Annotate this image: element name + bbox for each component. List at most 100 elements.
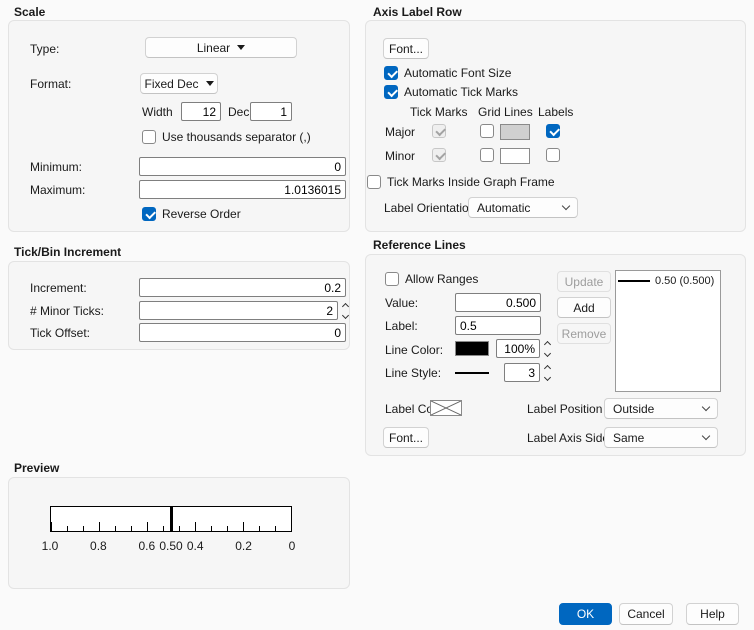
axis-tick-label: 1.0 <box>41 539 59 553</box>
axis-tick-label: 0.2 <box>235 539 252 553</box>
axis-preview <box>50 506 292 532</box>
thousands-separator-checkbox-row[interactable]: Use thousands separator (,) <box>142 129 311 145</box>
dec-label: Dec <box>228 105 250 119</box>
minor-ticks-label: # Minor Ticks: <box>30 304 105 318</box>
label-axis-side-label: Label Axis Side <box>527 431 610 445</box>
spinner-down-icon[interactable] <box>341 311 349 320</box>
reverse-order-label: Reverse Order <box>162 207 241 221</box>
ref-value-label: Value: <box>385 296 419 310</box>
label-orientation-combo[interactable]: Automatic <box>468 197 578 218</box>
dropdown-arrow-icon <box>205 81 214 86</box>
spinner-down-icon[interactable] <box>543 373 551 382</box>
line-width-input[interactable] <box>504 363 540 382</box>
width-label: Width <box>142 105 173 119</box>
minor-tick-marks-checkbox[interactable] <box>432 148 446 162</box>
ref-font-button[interactable]: Font... <box>383 427 429 448</box>
reference-lines-group-title: Reference Lines <box>373 238 466 252</box>
major-grid-lines-checkbox[interactable] <box>480 124 494 138</box>
update-button[interactable]: Update <box>557 271 611 292</box>
format-label: Format: <box>30 77 72 91</box>
line-opacity-input[interactable] <box>496 339 540 358</box>
allow-ranges-checkbox[interactable] <box>385 272 399 286</box>
auto-font-size-checkbox-row[interactable]: Automatic Font Size <box>384 65 511 81</box>
auto-font-size-checkbox[interactable] <box>384 66 398 80</box>
minor-grid-lines-checkbox[interactable] <box>480 148 494 162</box>
width-input[interactable] <box>181 102 221 121</box>
type-dropdown-value: Linear <box>196 40 231 55</box>
tick-offset-label: Tick Offset: <box>30 326 91 340</box>
reverse-order-checkbox[interactable] <box>142 207 156 221</box>
axis-preview-labels: 1.0 0.8 0.6 0.50 0.4 0.2 0 <box>42 539 296 554</box>
axis-tick-label: 0.6 <box>138 539 156 553</box>
preview-group <box>8 477 350 589</box>
axis-tick-label: 0.8 <box>90 539 107 553</box>
reverse-order-checkbox-row[interactable]: Reverse Order <box>142 206 241 222</box>
reference-line-label: 0.50 <box>159 539 183 553</box>
preview-group-title: Preview <box>14 461 60 475</box>
label-position-label: Label Position <box>527 402 603 416</box>
minimum-label: Minimum: <box>30 160 83 174</box>
major-labels-checkbox[interactable] <box>546 124 560 138</box>
increment-input[interactable] <box>139 278 346 297</box>
ref-label-input[interactable] <box>455 316 541 335</box>
line-style-sample[interactable] <box>455 372 489 374</box>
type-dropdown[interactable]: Linear <box>145 37 297 58</box>
label-color-swatch[interactable] <box>430 400 462 416</box>
increment-label: Increment: <box>30 281 87 295</box>
reference-lines-list[interactable]: 0.50 (0.500) <box>615 270 721 392</box>
maximum-input[interactable] <box>139 180 346 199</box>
help-button[interactable]: Help <box>686 603 739 625</box>
remove-button[interactable]: Remove <box>557 323 611 344</box>
major-tick-marks-checkbox[interactable] <box>432 124 446 138</box>
ref-label-label: Label: <box>385 319 418 333</box>
chevron-down-icon <box>561 201 571 211</box>
axis-tick-label: 0 <box>288 539 296 553</box>
thousands-separator-label: Use thousands separator (,) <box>162 130 311 144</box>
ref-value-input[interactable] <box>455 293 541 312</box>
add-button[interactable]: Add <box>557 297 611 318</box>
axis-tick-label: 0.4 <box>186 539 204 553</box>
spinner-down-icon[interactable] <box>543 349 551 358</box>
minor-ticks-input[interactable] <box>139 301 338 320</box>
type-label: Type: <box>30 42 60 56</box>
axis-label-row-group-title: Axis Label Row <box>373 5 462 19</box>
spinner-up-icon[interactable] <box>341 302 349 311</box>
col-header-labels: Labels <box>538 105 574 119</box>
line-opacity-spinner[interactable] <box>542 340 552 358</box>
ticks-inside-frame-checkbox-row[interactable]: Tick Marks Inside Graph Frame <box>367 174 555 190</box>
auto-tick-marks-checkbox-row[interactable]: Automatic Tick Marks <box>384 84 518 100</box>
list-item-label: 0.50 (0.500) <box>655 275 715 287</box>
scale-group-title: Scale <box>14 5 46 19</box>
tick-offset-input[interactable] <box>139 323 346 342</box>
minor-labels-checkbox[interactable] <box>546 148 560 162</box>
cancel-button[interactable]: Cancel <box>619 603 673 625</box>
ticks-inside-frame-checkbox[interactable] <box>367 175 381 189</box>
minimum-input[interactable] <box>139 157 346 176</box>
col-header-tick-marks: Tick Marks <box>410 105 468 119</box>
minor-ticks-spinner[interactable] <box>340 302 350 320</box>
line-width-spinner[interactable] <box>542 364 552 382</box>
label-orientation-value: Automatic <box>477 200 531 215</box>
list-item[interactable]: 0.50 (0.500) <box>616 271 720 287</box>
line-color-swatch[interactable] <box>455 341 489 356</box>
minor-grid-style-swatch[interactable] <box>500 148 530 164</box>
dec-input[interactable] <box>250 102 292 121</box>
axis-font-button[interactable]: Font... <box>383 38 429 59</box>
auto-tick-marks-checkbox[interactable] <box>384 85 398 99</box>
minor-row-label: Minor <box>385 149 416 163</box>
label-axis-side-combo[interactable]: Same <box>604 427 718 448</box>
col-header-grid-lines: Grid Lines <box>478 105 533 119</box>
ok-button[interactable]: OK <box>559 603 612 625</box>
major-grid-style-swatch[interactable] <box>500 124 530 140</box>
format-dropdown-value: Fixed Dec <box>144 76 199 91</box>
spinner-up-icon[interactable] <box>543 340 551 349</box>
allow-ranges-checkbox-row[interactable]: Allow Ranges <box>385 271 478 287</box>
thousands-separator-checkbox[interactable] <box>142 130 156 144</box>
reference-line <box>169 507 173 531</box>
label-orientation-label: Label Orientation: <box>384 201 479 215</box>
axis-settings-dialog: Scale Type: Linear Format: Fixed Dec Wid… <box>0 0 754 630</box>
label-position-combo[interactable]: Outside <box>604 398 718 419</box>
format-dropdown[interactable]: Fixed Dec <box>140 73 218 94</box>
spinner-up-icon[interactable] <box>543 364 551 373</box>
major-row-label: Major <box>385 125 416 139</box>
